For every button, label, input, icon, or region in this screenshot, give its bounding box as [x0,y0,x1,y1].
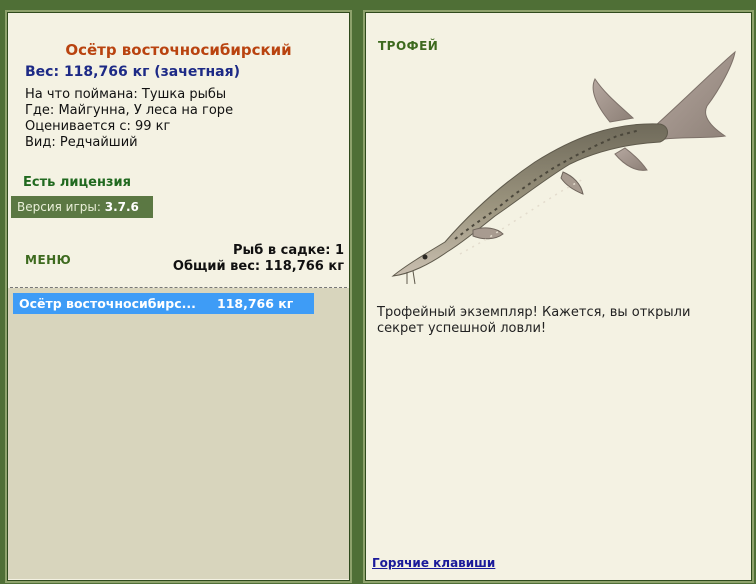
catch-list: Осётр восточносибирс... 118,766 кг [8,288,349,579]
total-weight: Общий вес: 118,766 кг [172,259,344,274]
valuation-label: Оценивается с: [25,119,131,134]
valuation-value: 99 кг [135,119,171,134]
location-line: Где: Майгунна, У леса на горе [25,103,233,118]
version-value: 3.7.6 [104,200,139,214]
catch-list-item[interactable]: Осётр восточносибирс... 118,766 кг [13,293,314,314]
sturgeon-image [391,50,736,285]
license-status: Есть лицензия [23,175,131,190]
valuation-line: Оценивается с: 99 кг [25,119,170,134]
bait-value: Тушка рыбы [141,87,227,102]
fish-weight: Вес: 118,766 кг (зачетная) [25,64,240,80]
rarity-value: Редчайший [59,135,138,150]
fish-title: Осётр восточносибирский [65,41,292,59]
hotkeys-link[interactable]: Горячие клавиши [372,556,495,570]
bait-label: На что поймана: [25,87,138,102]
trophy-panel: ТРОФЕЙ Трофейный экземпляр! Кажется, вы … [363,10,754,583]
fish-count: Рыб в садке: 1 [232,243,344,258]
keepnet-stats: Рыб в садке: 1 Общий вес: 118,766 кг [173,243,344,275]
catch-item-weight: 118,766 кг [217,296,294,311]
trophy-message: Трофейный экземпляр! Кажется, вы открыли… [377,305,691,336]
version-label: Версия игры: [17,200,101,214]
bait-line: На что поймана: Тушка рыбы [25,87,226,102]
species-rarity-line: Вид: Редчайший [25,135,138,150]
menu-button[interactable]: МЕНЮ [25,253,71,267]
location-value: Майгунна, У леса на горе [58,103,234,118]
catch-item-name: Осётр восточносибирс... [19,296,196,311]
catch-info-panel: Осётр восточносибирский Вес: 118,766 кг … [5,10,352,583]
game-version-bar: Версия игры: 3.7.6 [11,196,153,218]
location-label: Где: [25,103,55,118]
rarity-label: Вид: [25,135,56,150]
